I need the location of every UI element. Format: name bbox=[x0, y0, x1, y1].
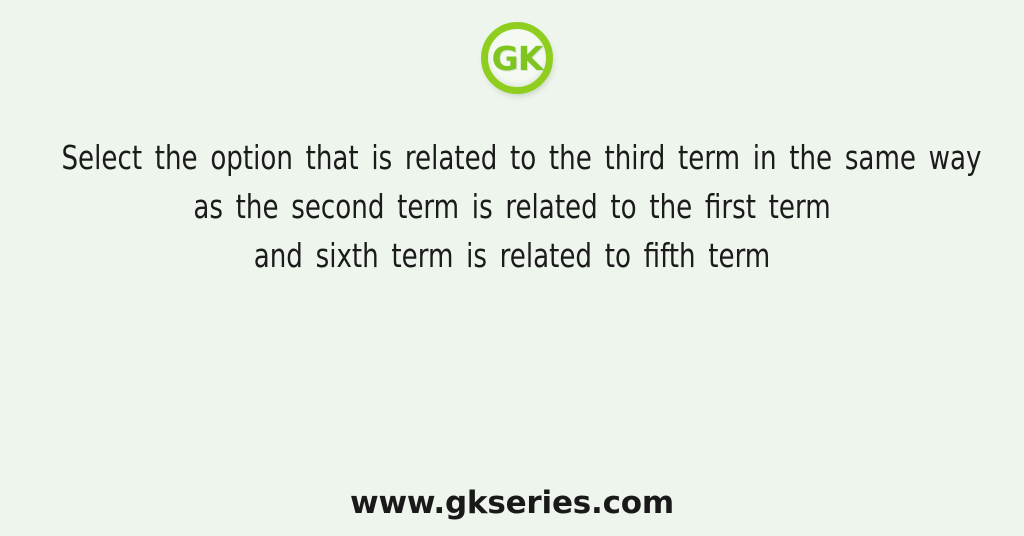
logo-text: GK bbox=[491, 38, 544, 78]
question-line-2: as the second term is related to the fir… bbox=[193, 187, 831, 226]
question-text: Select the option that is related to the… bbox=[61, 133, 982, 280]
question-line-1: Select the option that is related to the… bbox=[61, 138, 982, 177]
logo-container: GK bbox=[0, 22, 1024, 100]
website-url: www.gkseries.com bbox=[350, 485, 674, 521]
question-line-3: and sixth term is related to fifth term bbox=[253, 236, 771, 275]
gk-logo: GK bbox=[481, 22, 553, 96]
slide-canvas: GK Select the option that is related to … bbox=[0, 0, 1024, 536]
footer: www.gkseries.com bbox=[0, 484, 1024, 522]
